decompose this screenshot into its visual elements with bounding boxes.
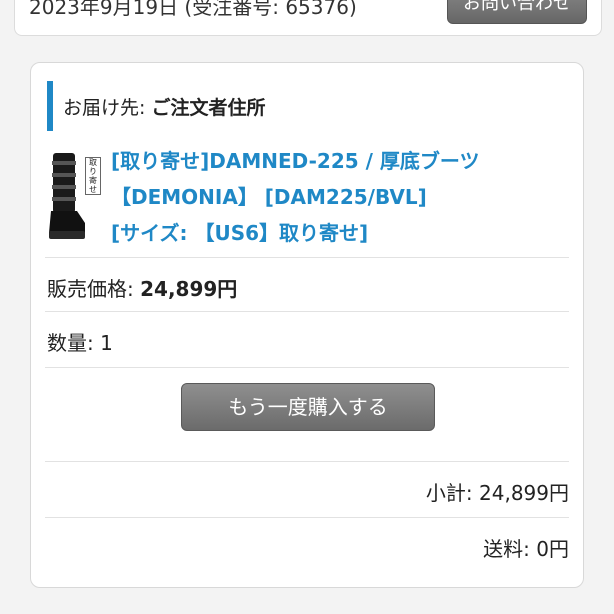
- previous-order-header-card: 2023年9月19日 (受注番号: 65376) お問い合わせ: [14, 0, 602, 36]
- price-row: 販売価格: 24,899円: [47, 273, 237, 302]
- quantity-row: 数量: 1: [47, 331, 113, 355]
- divider: [45, 257, 569, 258]
- buy-again-button[interactable]: もう一度購入する: [181, 383, 435, 431]
- destination-value: ご注文者住所: [151, 97, 266, 119]
- divider: [45, 517, 569, 518]
- destination-label-text: お届け先:: [63, 97, 152, 119]
- backorder-tag: 取り寄せ: [85, 157, 101, 195]
- divider: [45, 461, 569, 462]
- product-title-line: [取り寄せ]DAMNED-225 / 厚底ブーツ: [111, 149, 480, 173]
- product-title-link[interactable]: [取り寄せ]DAMNED-225 / 厚底ブーツ 【DEMONIA】 [DAM2…: [111, 143, 571, 251]
- divider: [45, 367, 569, 368]
- destination-label: お届け先: ご注文者住所: [63, 93, 265, 120]
- accent-bar: [47, 81, 53, 131]
- divider: [45, 311, 569, 312]
- product-thumbnail[interactable]: 取り寄せ: [47, 151, 101, 241]
- price-value: 24,899円: [140, 277, 238, 301]
- product-title-line: 【DEMONIA】 [DAM225/BVL]: [111, 185, 427, 209]
- shipping-row: 送料: 0円: [483, 537, 569, 561]
- inquiry-button[interactable]: お問い合わせ: [447, 0, 587, 24]
- order-item-card: お届け先: ご注文者住所 取り寄せ [取り寄せ]DAMNED-225 / 厚底ブ…: [30, 62, 584, 588]
- boot-icon: [49, 153, 85, 239]
- destination-row: お届け先: ご注文者住所: [47, 81, 547, 131]
- product-title-line: [サイズ: 【US6】取り寄せ]: [111, 221, 369, 245]
- subtotal-row: 小計: 24,899円: [425, 481, 569, 505]
- order-date-and-number: 2023年9月19日 (受注番号: 65376): [29, 0, 357, 19]
- price-label: 販売価格:: [47, 277, 141, 301]
